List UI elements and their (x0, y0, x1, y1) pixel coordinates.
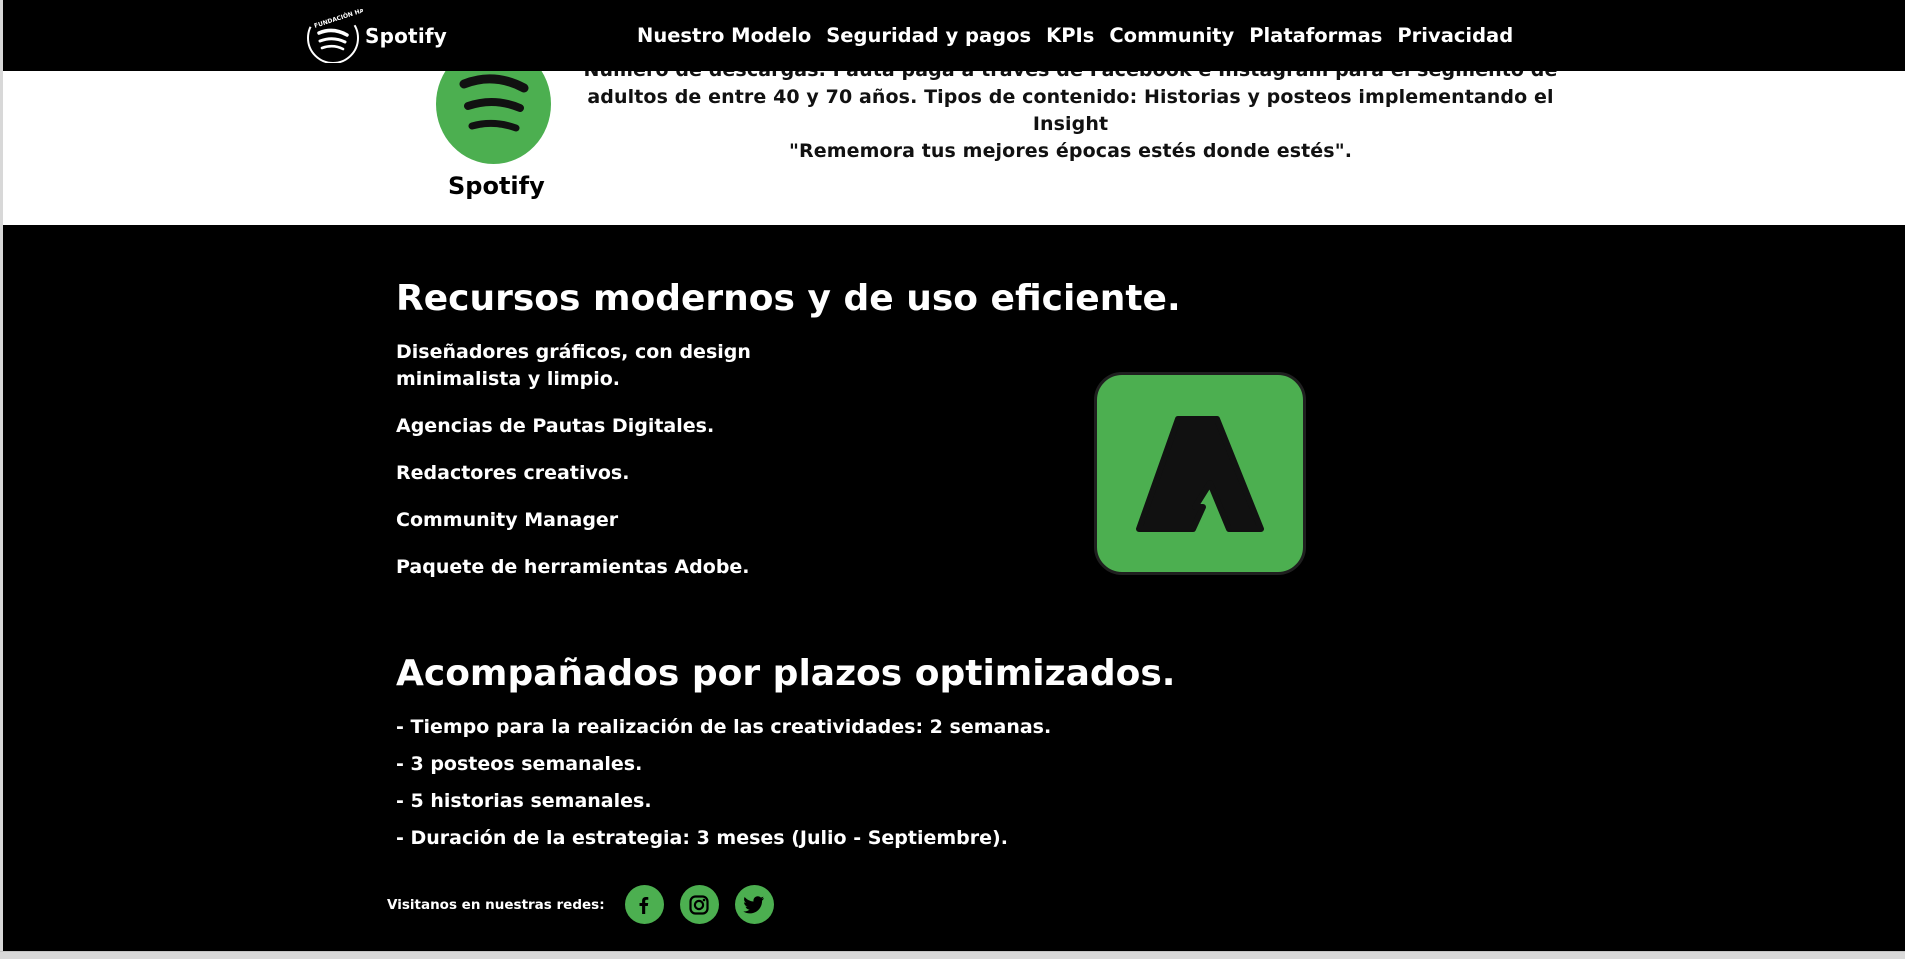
timing-item: - Tiempo para la realización de las crea… (396, 716, 1052, 738)
window-left-edge (0, 0, 3, 951)
nav-brand-text: Spotify (365, 24, 448, 48)
nav-link-privacidad[interactable]: Privacidad (1397, 24, 1513, 47)
resources-section: Recursos modernos y de uso eficiente. Di… (3, 225, 1905, 951)
facebook-button[interactable] (624, 885, 664, 924)
instagram-icon (689, 894, 709, 915)
horizontal-scrollbar[interactable] (0, 951, 1905, 959)
fundacion-spotify-logo-icon: FUNDACIÓN HADS (307, 9, 363, 63)
nav-link-seguridad-y-pagos[interactable]: Seguridad y pagos (826, 24, 1031, 47)
social-label: Visitanos en nuestras redes: (387, 896, 605, 913)
resource-item: Agencias de Pautas Digitales. (396, 415, 715, 437)
nav-links: Nuestro Modelo Seguridad y pagos KPIs Co… (637, 0, 1513, 71)
navbar: FUNDACIÓN HADS Spotify Nuestro Modelo Se… (3, 0, 1905, 71)
timing-title: Acompañados por plazos optimizados. (396, 653, 1176, 694)
resource-item: Redactores creativos. (396, 462, 630, 484)
nav-link-plataformas[interactable]: Plataformas (1249, 24, 1382, 47)
nav-brand-link[interactable]: FUNDACIÓN HADS Spotify (305, 9, 447, 63)
intro-line: adultos de entre 40 y 70 años. Tipos de … (587, 86, 1554, 135)
spotify-wordmark: Spotify (448, 172, 545, 200)
timing-item: - 5 historias semanales. (396, 790, 652, 812)
intro-line: "Rememora tus mejores épocas estés donde… (788, 140, 1353, 162)
twitter-button[interactable] (734, 885, 774, 924)
social-bar: Visitanos en nuestras redes: (387, 885, 790, 924)
facebook-icon (639, 896, 649, 914)
nav-link-community[interactable]: Community (1109, 24, 1234, 47)
resource-item: Paquete de herramientas Adobe. (396, 556, 750, 578)
resource-item: Diseñadores gráficos, con design minimal… (396, 341, 751, 390)
intro-paragraph: Número de descargas. Pauta paga a través… (583, 57, 1558, 165)
adobe-express-icon (1094, 372, 1306, 575)
instagram-button[interactable] (679, 885, 719, 924)
timing-item: - Duración de la estrategia: 3 meses (Ju… (396, 827, 1008, 849)
timing-item: - 3 posteos semanales. (396, 753, 643, 775)
resource-item: Community Manager (396, 509, 619, 531)
page: Spotify Número de descargas. Pauta paga … (3, 0, 1905, 951)
nav-link-kpis[interactable]: KPIs (1046, 24, 1094, 47)
resources-title: Recursos modernos y de uso eficiente. (396, 278, 1181, 319)
twitter-icon (743, 895, 765, 913)
nav-link-nuestro-modelo[interactable]: Nuestro Modelo (637, 24, 811, 47)
